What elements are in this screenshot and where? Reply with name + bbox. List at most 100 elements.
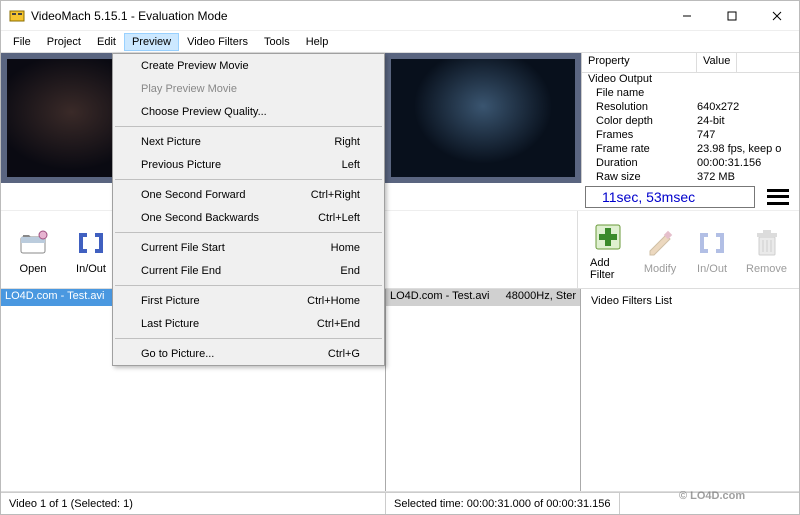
- menu-tools[interactable]: Tools: [256, 33, 298, 51]
- prop-value: 747: [697, 129, 799, 143]
- prop-value: 24-bit: [697, 115, 799, 129]
- menu-item-shortcut: End: [340, 265, 360, 277]
- prop-name: Resolution: [582, 101, 697, 115]
- menu-item-label: Play Preview Movie: [141, 83, 237, 95]
- prop-row: Resolution640x272: [582, 101, 799, 115]
- prop-name: Frame rate: [582, 143, 697, 157]
- minimize-button[interactable]: [664, 1, 709, 30]
- menu-item-shortcut: Ctrl+Home: [307, 295, 360, 307]
- menu-file[interactable]: File: [5, 33, 39, 51]
- menu-item-shortcut: Right: [334, 136, 360, 148]
- menubar: FileProjectEditPreviewVideo FiltersTools…: [1, 31, 799, 53]
- menu-item-shortcut: Ctrl+Right: [311, 189, 360, 201]
- menu-icon[interactable]: [767, 189, 789, 205]
- menu-video-filters[interactable]: Video Filters: [179, 33, 256, 51]
- titlebar: VideoMach 5.15.1 - Evaluation Mode: [1, 1, 799, 31]
- menu-item-shortcut: Left: [342, 159, 360, 171]
- remove-icon: [749, 225, 785, 261]
- app-window: VideoMach 5.15.1 - Evaluation Mode FileP…: [0, 0, 800, 515]
- tool-label: In/Out: [76, 263, 106, 275]
- prop-row: Frame rate23.98 fps, keep o: [582, 143, 799, 157]
- close-button[interactable]: [754, 1, 799, 30]
- prop-name: Raw size: [582, 171, 697, 183]
- menu-item-label: Next Picture: [141, 136, 201, 148]
- menu-item-label: Current File Start: [141, 242, 225, 254]
- list-item-meta: 48000Hz, Ster: [506, 290, 576, 305]
- menu-item-label: Last Picture: [141, 318, 199, 330]
- menu-item-shortcut: Home: [331, 242, 360, 254]
- menu-edit[interactable]: Edit: [89, 33, 124, 51]
- audio-file-list[interactable]: LO4D.com - Test.avi 48000Hz, Ster: [386, 289, 581, 491]
- open-button[interactable]: Open: [13, 223, 53, 277]
- prop-value: 372 MB: [697, 171, 799, 183]
- filters-panel: Video Filters List: [581, 289, 799, 491]
- status-right: Selected time: 00:00:31.000 of 00:00:31.…: [386, 493, 620, 514]
- tool-label: Open: [20, 263, 47, 275]
- list-item[interactable]: LO4D.com - Test.avi 48000Hz, Ster: [386, 289, 580, 306]
- menu-item-label: Create Preview Movie: [141, 60, 249, 72]
- menu-item-one-second-forward[interactable]: One Second ForwardCtrl+Right: [113, 183, 384, 206]
- prop-row: Raw size372 MB: [582, 171, 799, 183]
- menu-item-last-picture[interactable]: Last Picture Ctrl+End: [113, 312, 384, 335]
- menu-separator: [115, 232, 382, 233]
- menu-item-play-preview-movie: Play Preview Movie: [113, 77, 384, 100]
- modify-icon: [642, 225, 678, 261]
- inout2-icon: [694, 225, 730, 261]
- col-property[interactable]: Property: [582, 53, 697, 72]
- prop-name: Duration: [582, 157, 697, 171]
- time-display[interactable]: 11sec, 53msec: [585, 186, 755, 208]
- preview-menu-dropdown: Create Preview Movie Play Preview Movie Ch…: [112, 53, 385, 366]
- menu-item-shortcut: Ctrl+Left: [318, 212, 360, 224]
- prop-row: File name: [582, 87, 799, 101]
- menu-item-current-file-start[interactable]: Current File Start Home: [113, 236, 384, 259]
- menu-item-label: Previous Picture: [141, 159, 221, 171]
- prop-group: Video Output: [582, 73, 799, 87]
- menu-separator: [115, 338, 382, 339]
- prop-value: [697, 87, 799, 101]
- menu-item-current-file-end[interactable]: Current File EndEnd: [113, 259, 384, 282]
- list-item-label: LO4D.com - Test.avi: [5, 290, 104, 305]
- open-icon: [15, 225, 51, 261]
- menu-preview[interactable]: Preview: [124, 33, 179, 51]
- add-filter-button[interactable]: Add Filter: [588, 217, 628, 283]
- menu-item-choose-preview-quality[interactable]: Choose Preview Quality...: [113, 100, 384, 123]
- menu-help[interactable]: Help: [298, 33, 337, 51]
- prop-row: Color depth24-bit: [582, 115, 799, 129]
- inout-icon: [73, 225, 109, 261]
- preview-frame-end[interactable]: [391, 59, 575, 177]
- menu-item-next-picture[interactable]: Next Picture Right: [113, 130, 384, 153]
- tool-label: Remove: [746, 263, 787, 275]
- prop-name: Color depth: [582, 115, 697, 129]
- watermark: © LO4D.com: [679, 483, 789, 508]
- filters-title: Video Filters List: [591, 295, 789, 307]
- menu-item-go-to-picture[interactable]: Go to Picture... Ctrl+G: [113, 342, 384, 365]
- prop-name: File name: [582, 87, 697, 101]
- app-icon: [9, 8, 25, 24]
- menu-item-shortcut: Ctrl+End: [317, 318, 360, 330]
- properties-header: Property Value: [582, 53, 799, 73]
- properties-panel: Property Value Video Output File nameRes…: [581, 53, 799, 183]
- prop-row: Frames747: [582, 129, 799, 143]
- menu-separator: [115, 285, 382, 286]
- col-value[interactable]: Value: [697, 53, 737, 72]
- prop-value: 640x272: [697, 101, 799, 115]
- tool-label: Add Filter: [590, 257, 626, 281]
- menu-item-one-second-backwards[interactable]: One Second BackwardsCtrl+Left: [113, 206, 384, 229]
- maximize-button[interactable]: [709, 1, 754, 30]
- inout-button[interactable]: In/Out: [71, 223, 111, 277]
- menu-item-first-picture[interactable]: First Picture Ctrl+Home: [113, 289, 384, 312]
- window-title: VideoMach 5.15.1 - Evaluation Mode: [31, 9, 664, 23]
- menu-item-label: Go to Picture...: [141, 348, 214, 360]
- prop-row: Duration00:00:31.156: [582, 157, 799, 171]
- tool-label: In/Out: [697, 263, 727, 275]
- menu-item-label: First Picture: [141, 295, 200, 307]
- status-left: Video 1 of 1 (Selected: 1): [1, 493, 386, 514]
- menu-item-shortcut: Ctrl+G: [328, 348, 360, 360]
- menu-item-previous-picture[interactable]: Previous Picture Left: [113, 153, 384, 176]
- menu-project[interactable]: Project: [39, 33, 89, 51]
- modify-button: Modify: [640, 223, 680, 277]
- menu-item-create-preview-movie[interactable]: Create Preview Movie: [113, 54, 384, 77]
- prop-name: Frames: [582, 129, 697, 143]
- toolbar-right: Add Filter Modify In/Out Remove: [577, 211, 799, 288]
- prop-value: 23.98 fps, keep o: [697, 143, 799, 157]
